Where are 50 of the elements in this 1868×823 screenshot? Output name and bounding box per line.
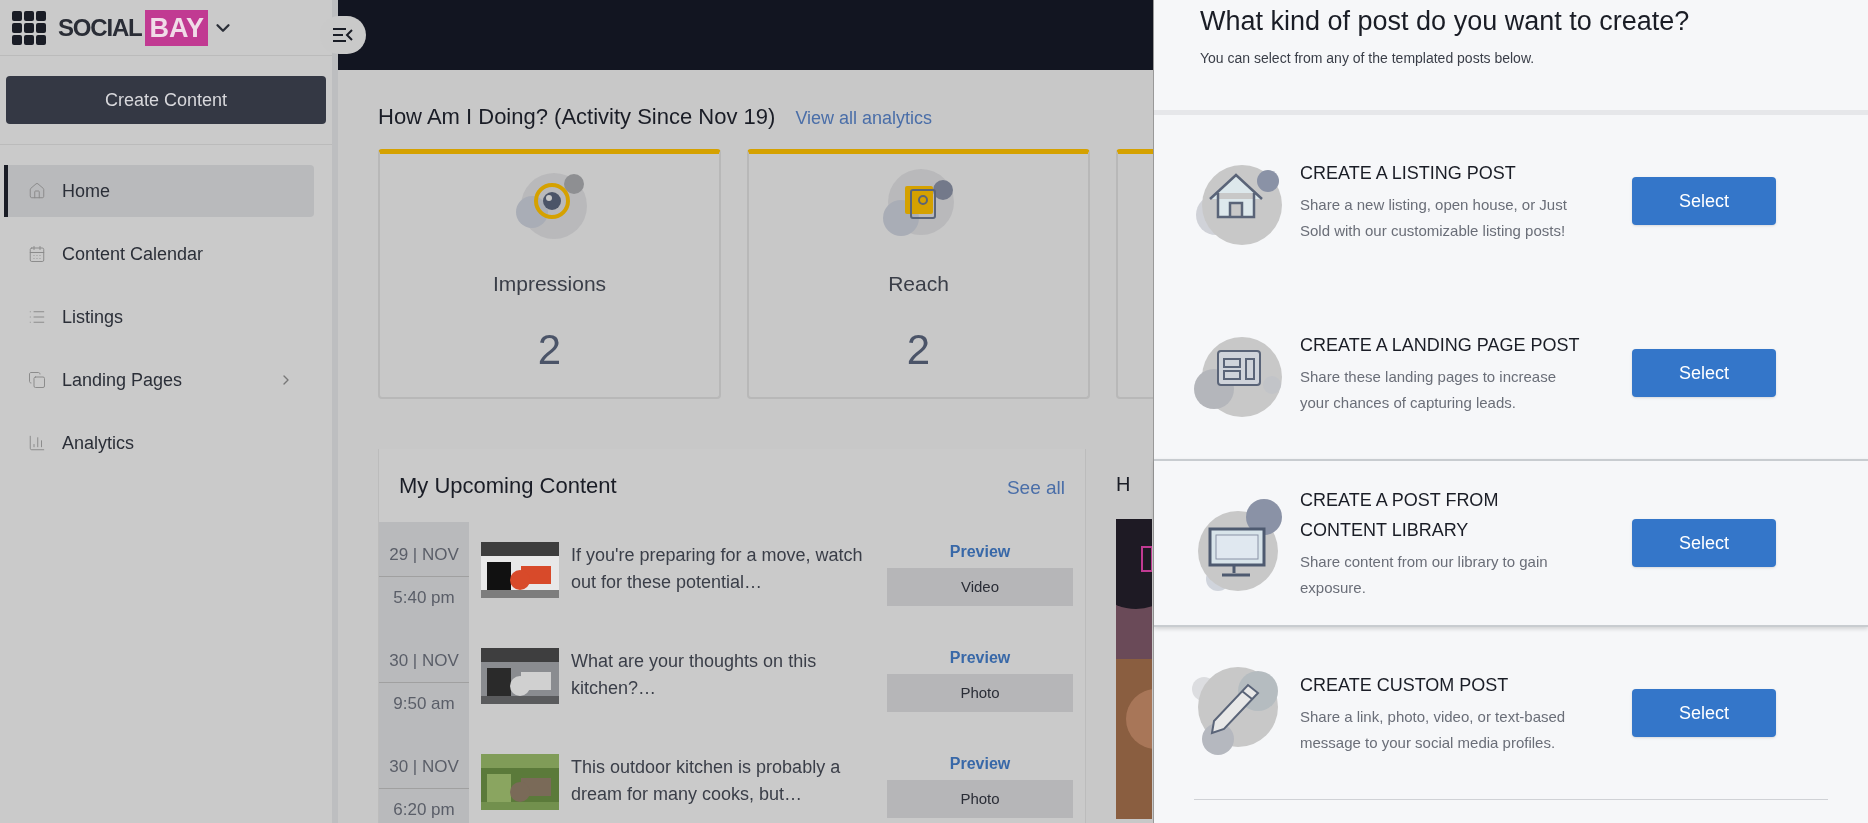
- post-time: 6:20 pm: [393, 798, 455, 821]
- card-title: H: [1116, 472, 1132, 497]
- post-time: 5:40 pm: [393, 586, 455, 609]
- option-description: Share a link, photo, video, or text-based message to your social media profiles.: [1300, 707, 1567, 753]
- post-option[interactable]: CREATE A LISTING POST Share a new listing, open house, or Just Sold with our customizable listing posts! Select: [1154, 115, 1868, 287]
- post-option[interactable]: CREATE CUSTOM POST Share a link, photo, video, or text-based message to your social media profiles. Select: [1154, 627, 1868, 799]
- option-description: Share content from our library to gain exposure.: [1300, 552, 1549, 598]
- post-type-label: Video: [887, 568, 1073, 606]
- stat-card: Reach 2: [747, 149, 1090, 399]
- post-text: What are your thoughts on this kitchen?…: [571, 650, 818, 700]
- sidebar-item[interactable]: Home: [4, 165, 314, 217]
- option-title: CREATE A POST FROM CONTENT LIBRARY: [1300, 489, 1500, 542]
- section-title: How Am I Doing? (Activity Since Nov 19): [378, 103, 776, 131]
- brand-highlight: BAY: [145, 9, 208, 46]
- sidebar-item[interactable]: Content Calendar: [4, 228, 314, 280]
- select-button[interactable]: Select: [1632, 519, 1776, 567]
- option-title: CREATE A LANDING PAGE POST: [1300, 334, 1580, 357]
- bar-chart-icon: [28, 434, 46, 452]
- home-icon: [28, 182, 46, 200]
- calendar-icon: [28, 245, 46, 263]
- sidebar-item[interactable]: Landing Pages: [4, 354, 314, 406]
- sidebar-item[interactable]: Analytics: [4, 417, 314, 469]
- option-title: CREATE CUSTOM POST: [1300, 674, 1510, 697]
- option-description: Share these landing pages to increase your chances of capturing leads.: [1300, 367, 1557, 413]
- post-option[interactable]: CREATE A POST FROM CONTENT LIBRARY Share content from our library to gain exposure. Select: [1154, 459, 1868, 627]
- post-option[interactable]: CREATE A LANDING PAGE POST Share these landing pages to increase your chances of capturing leads. Select: [1154, 287, 1868, 459]
- brand-name: SOCIAL: [58, 12, 142, 43]
- collapse-icon: [332, 27, 354, 43]
- post-text: If you're preparing for a move, watch out for these potential…: [571, 544, 864, 594]
- option-description: Share a new listing, open house, or Just Sold with our customizable listing posts!: [1300, 195, 1568, 241]
- stat-card: Impressions 2: [378, 149, 721, 399]
- apps-grid-icon[interactable]: [12, 10, 46, 45]
- option-title: CREATE A LISTING POST: [1300, 162, 1517, 185]
- select-button[interactable]: Select: [1632, 689, 1776, 737]
- pages-icon: [28, 371, 46, 389]
- post-date: 29 | NOV: [379, 542, 469, 577]
- post-time: 9:50 am: [393, 692, 455, 715]
- post-date: 30 | NOV: [379, 754, 469, 789]
- list-icon: [28, 308, 46, 326]
- post-date: 30 | NOV: [379, 648, 469, 683]
- post-type-label: Photo: [887, 674, 1073, 712]
- panel-title: What kind of post do you want to create?: [1200, 5, 1691, 38]
- panel-subtitle: You can select from any of the templated posts below.: [1200, 49, 1536, 68]
- select-button[interactable]: Select: [1632, 349, 1776, 397]
- sidebar-item[interactable]: Listings: [4, 291, 314, 343]
- create-content-button[interactable]: Create Content: [6, 76, 326, 124]
- post-text: This outdoor kitchen is probably a dream for many cooks, but…: [571, 756, 842, 806]
- select-button[interactable]: Select: [1632, 177, 1776, 225]
- post-type-label: Photo: [887, 780, 1073, 818]
- card-title: My Upcoming Content: [399, 472, 617, 500]
